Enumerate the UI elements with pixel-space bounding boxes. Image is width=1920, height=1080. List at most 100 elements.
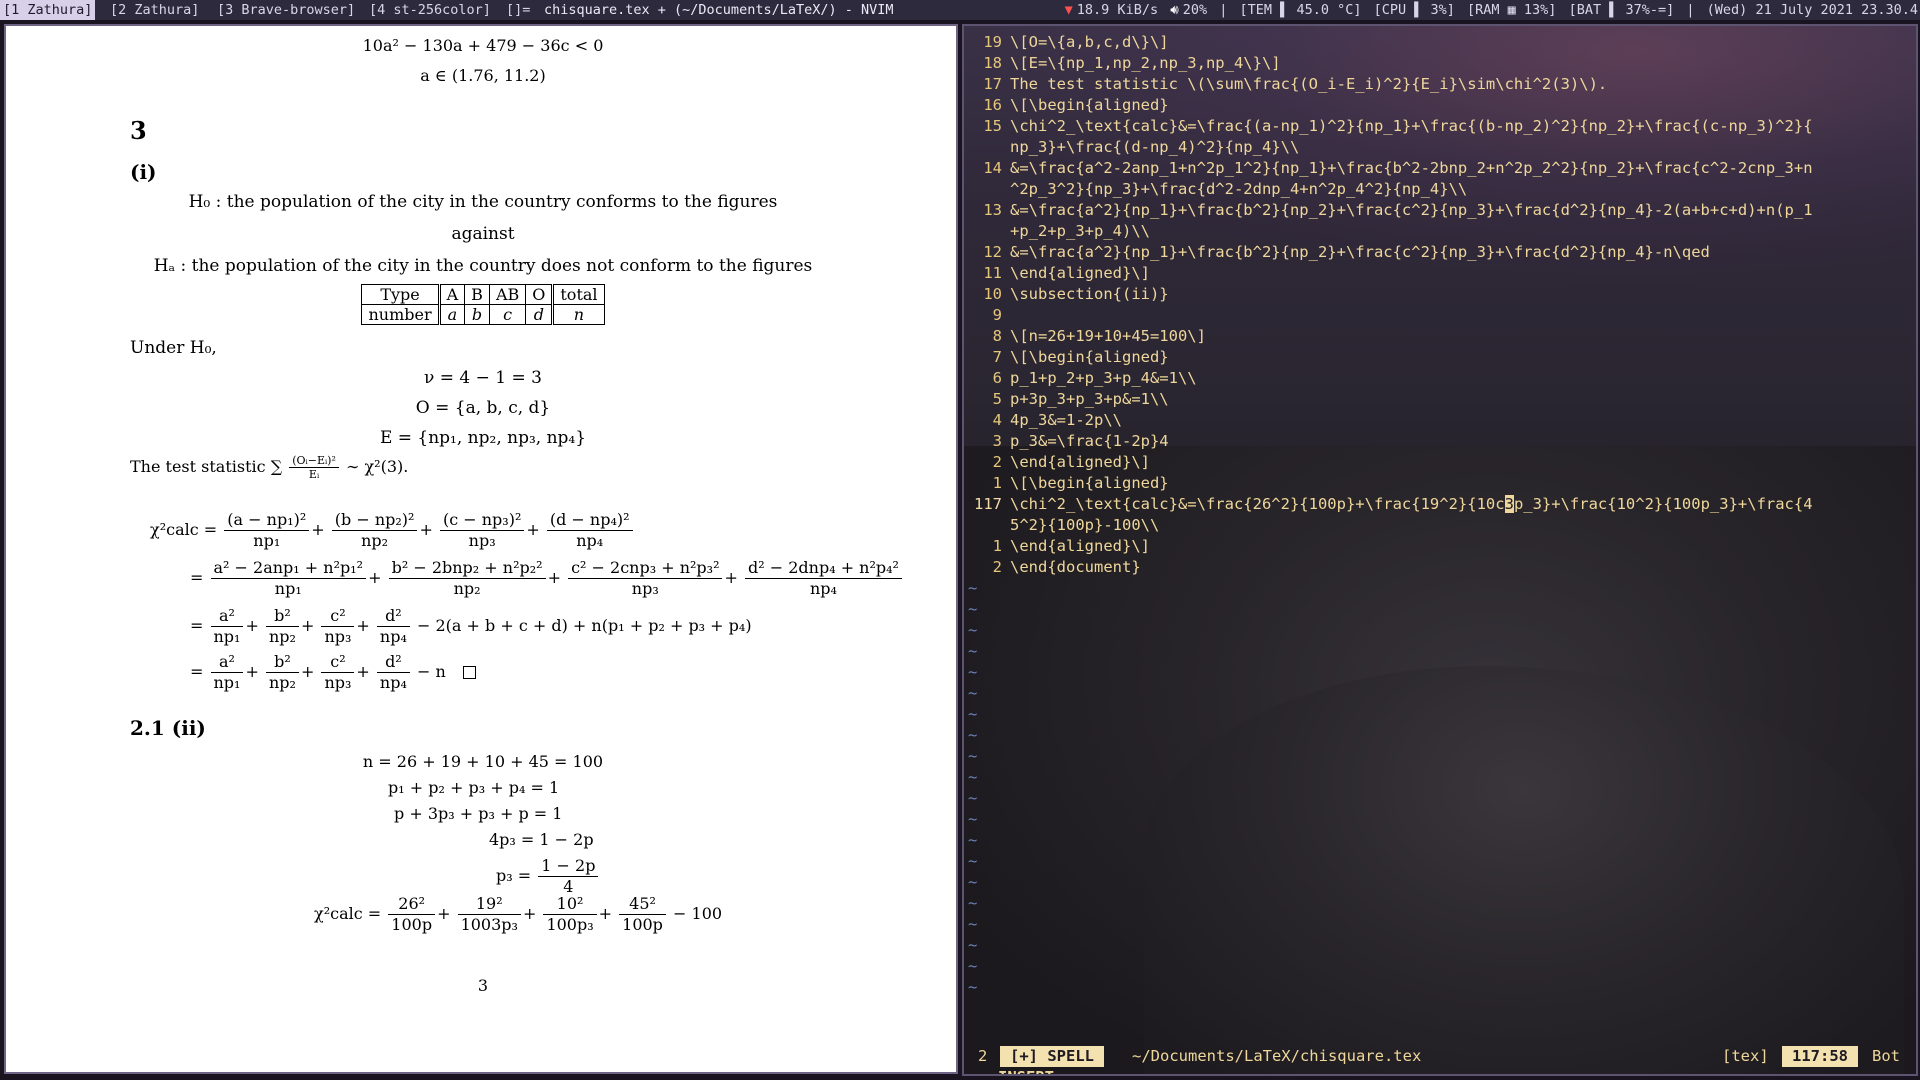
- command-line[interactable]: -- INSERT --: [970, 1067, 1082, 1074]
- line-text[interactable]: \[\begin{aligned}: [1010, 347, 1169, 368]
- workspace-tab-4[interactable]: [4 st-256color]: [366, 0, 494, 20]
- table-cell: Type: [361, 284, 441, 305]
- tilde-marker: ~: [968, 894, 978, 912]
- code-line[interactable]: 11 \end{aligned}\]: [964, 263, 1916, 284]
- line-number: 2: [992, 558, 1002, 576]
- tilde-marker: ~: [968, 789, 978, 807]
- tilde-marker: ~: [968, 978, 978, 996]
- line-number: 7: [992, 348, 1002, 366]
- test-statistic-line: The test statistic ∑ (Oᵢ−Eᵢ)² Eᵢ ∼ χ²(3).: [130, 454, 409, 481]
- line-text[interactable]: np_3}+\frac{(d-np_4)^2}{np_4}\\: [1010, 137, 1299, 158]
- code-line[interactable]: 5 p+3p_3+p_3+p&=1\\: [964, 389, 1916, 410]
- pdf-page: 10a² − 130a + 479 − 36c < 0 a ∈ (1.76, 1…: [6, 26, 956, 1072]
- code-line[interactable]: 19 \[O=\{a,b,c,d\}\]: [964, 32, 1916, 53]
- line-text[interactable]: &=\frac{a^2-2anp_1+n^2p_1^2}{np_1}+\frac…: [1010, 158, 1813, 179]
- empty-line-marker: ~: [964, 641, 1916, 662]
- empty-line-marker: ~: [964, 746, 1916, 767]
- empty-line-marker: ~: [964, 914, 1916, 935]
- line-text[interactable]: p+3p_3+p_3+p&=1\\: [1010, 389, 1169, 410]
- line-text[interactable]: \[E=\{np_1,np_2,np_3,np_4\}\]: [1010, 53, 1281, 74]
- code-line[interactable]: 3 p_3&=\frac{1-2p}4: [964, 431, 1916, 452]
- line-text[interactable]: +p_2+p_3+p_4)\\: [1010, 221, 1150, 242]
- code-line[interactable]: 6 p_1+p_2+p_3+p_4&=1\\: [964, 368, 1916, 389]
- code-line[interactable]: 10 \subsection{(ii)}: [964, 284, 1916, 305]
- code-line[interactable]: 12 &=\frac{a^2}{np_1}+\frac{b^2}{np_2}+\…: [964, 242, 1916, 263]
- table-cell: total: [552, 284, 605, 305]
- code-line[interactable]: 16 \[\begin{aligned}: [964, 95, 1916, 116]
- workspace-tab-3[interactable]: [3 Brave-browser]: [214, 0, 358, 20]
- line-text[interactable]: &=\frac{a^2}{np_1}+\frac{b^2}{np_2}+\fra…: [1010, 242, 1710, 263]
- code-line[interactable]: 13 &=\frac{a^2}{np_1}+\frac{b^2}{np_2}+\…: [964, 200, 1916, 221]
- ram-usage: [RAM ▦ 13%]: [1467, 2, 1557, 18]
- code-line[interactable]: 1 \end{aligned}\]: [964, 536, 1916, 557]
- tilde-marker: ~: [968, 915, 978, 933]
- observed-set: O = {a, b, c, d}: [415, 398, 551, 418]
- nvim-editor-pane[interactable]: 19 \[O=\{a,b,c,d\}\] 18 \[E=\{np_1,np_2,np_…: [962, 24, 1918, 1076]
- line-number: 17: [983, 75, 1002, 93]
- code-line[interactable]: 7 \[\begin{aligned}: [964, 347, 1916, 368]
- blood-type-table: Type A B AB O total number a b c d n: [6, 284, 956, 325]
- code-line[interactable]: +p_2+p_3+p_4)\\: [964, 221, 1916, 242]
- table-cell: a: [438, 304, 466, 325]
- line-text[interactable]: \end{aligned}\]: [1010, 536, 1150, 557]
- line-text[interactable]: \end{aligned}\]: [1010, 452, 1150, 473]
- line-text[interactable]: The test statistic \(\sum\frac{(O_i-E_i)…: [1010, 74, 1607, 95]
- code-line[interactable]: 9: [964, 305, 1916, 326]
- line-text[interactable]: p_3&=\frac{1-2p}4: [1010, 431, 1169, 452]
- line-number: 6: [992, 369, 1002, 387]
- code-line[interactable]: 15 \chi^2_\text{calc}&=\frac{(a-np_1)^2}…: [964, 116, 1916, 137]
- code-line[interactable]: ^2p_3^2}{np_3}+\frac{d^2-2dnp_4+n^2p_4^2…: [964, 179, 1916, 200]
- code-line[interactable]: 18 \[E=\{np_1,np_2,np_3,np_4\}\]: [964, 53, 1916, 74]
- tilde-marker: ~: [968, 663, 978, 681]
- line-text[interactable]: \chi^2_\text{calc}&=\frac{(a-np_1)^2}{np…: [1010, 116, 1813, 137]
- code-line[interactable]: 1 \[\begin{aligned}: [964, 473, 1916, 494]
- under-h0-text: Under H₀,: [130, 338, 217, 358]
- workspace-tab-1[interactable]: [1 Zathura]: [0, 0, 96, 20]
- empty-line-marker: ~: [964, 935, 1916, 956]
- code-line[interactable]: np_3}+\frac{(d-np_4)^2}{np_4}\\: [964, 137, 1916, 158]
- code-line[interactable]: 14 &=\frac{a^2-2anp_1+n^2p_1^2}{np_1}+\f…: [964, 158, 1916, 179]
- code-line[interactable]: 8 \[n=26+19+10+45=100\]: [964, 326, 1916, 347]
- line-text[interactable]: p_1+p_2+p_3+p_4&=1\\: [1010, 368, 1197, 389]
- battery: [BAT ▌ 37%-=]: [1568, 2, 1675, 18]
- line-text[interactable]: \subsection{(ii)}: [1010, 284, 1169, 305]
- line-text[interactable]: \end{aligned}\]: [1010, 263, 1150, 284]
- editor-buffer[interactable]: 19 \[O=\{a,b,c,d\}\] 18 \[E=\{np_1,np_2,np_…: [964, 32, 1916, 998]
- cursor-line[interactable]: 117 \chi^2_\text{calc}&=\frac{26^2}{100p…: [964, 494, 1916, 515]
- network-down-icon: ▼: [1064, 2, 1073, 18]
- code-line[interactable]: 2 \end{aligned}\]: [964, 452, 1916, 473]
- code-line[interactable]: 17 The test statistic \(\sum\frac{(O_i-E_…: [964, 74, 1916, 95]
- line-text[interactable]: \end{document}: [1010, 557, 1141, 578]
- system-status: ▼ 18.9 KiB/s 🔊︎ 20% | [TEM ▌ 45.0 °C] [CPU…: [1064, 2, 1918, 18]
- line-text[interactable]: 5^2}{100p}-100\\: [1010, 515, 1159, 536]
- code-line[interactable]: 5^2}{100p}-100\\: [964, 515, 1916, 536]
- aligned-eq-2: p + 3p₃ + p₃ + p = 1: [394, 804, 563, 823]
- top-bar: [1 Zathura] [2 Zathura] [3 Brave-browser…: [0, 0, 1920, 20]
- line-text[interactable]: &=\frac{a^2}{np_1}+\frac{b^2}{np_2}+\fra…: [1010, 200, 1813, 221]
- code-line[interactable]: 4 4p_3&=1-2p\\: [964, 410, 1916, 431]
- line-text[interactable]: \[\begin{aligned}: [1010, 473, 1169, 494]
- status-mode-badge: [+] SPELL: [1000, 1046, 1104, 1067]
- chi-square-calc-eq: χ²calc = 26² 100p + 19² 1003p₃ + 10² 100p₃ + 4…: [314, 894, 723, 934]
- workspace-tab-2[interactable]: [2 Zathura]: [107, 0, 202, 20]
- line-number: 117: [974, 495, 1002, 513]
- line-text[interactable]: \[\begin{aligned}: [1010, 95, 1169, 116]
- line-number: 1: [992, 537, 1002, 555]
- line-text[interactable]: \[n=26+19+10+45=100\]: [1010, 326, 1206, 347]
- tilde-marker: ~: [968, 579, 978, 597]
- line-text[interactable]: \[O=\{a,b,c,d\}\]: [1010, 32, 1169, 53]
- zathura-pdf-viewer[interactable]: 10a² − 130a + 479 − 36c < 0 a ∈ (1.76, 1…: [4, 24, 958, 1074]
- line-text[interactable]: \chi^2_\text{calc}&=\frac{26^2}{100p}+\f…: [1010, 494, 1813, 515]
- line-text[interactable]: 4p_3&=1-2p\\: [1010, 410, 1122, 431]
- layout-indicator[interactable]: []=: [503, 0, 533, 20]
- status-buffer-number: 2: [978, 1047, 988, 1065]
- tilde-marker: ~: [968, 684, 978, 702]
- line-number: 1: [992, 474, 1002, 492]
- network-speed: 18.9 KiB/s: [1076, 2, 1159, 18]
- empty-line-marker: ~: [964, 620, 1916, 641]
- code-line[interactable]: 2 \end{document}: [964, 557, 1916, 578]
- line-text[interactable]: ^2p_3^2}{np_3}+\frac{d^2-2dnp_4+n^2p_4^2…: [1010, 179, 1467, 200]
- section-heading: 3: [130, 116, 147, 145]
- table-cell: d: [525, 304, 555, 325]
- line-number: 18: [983, 54, 1002, 72]
